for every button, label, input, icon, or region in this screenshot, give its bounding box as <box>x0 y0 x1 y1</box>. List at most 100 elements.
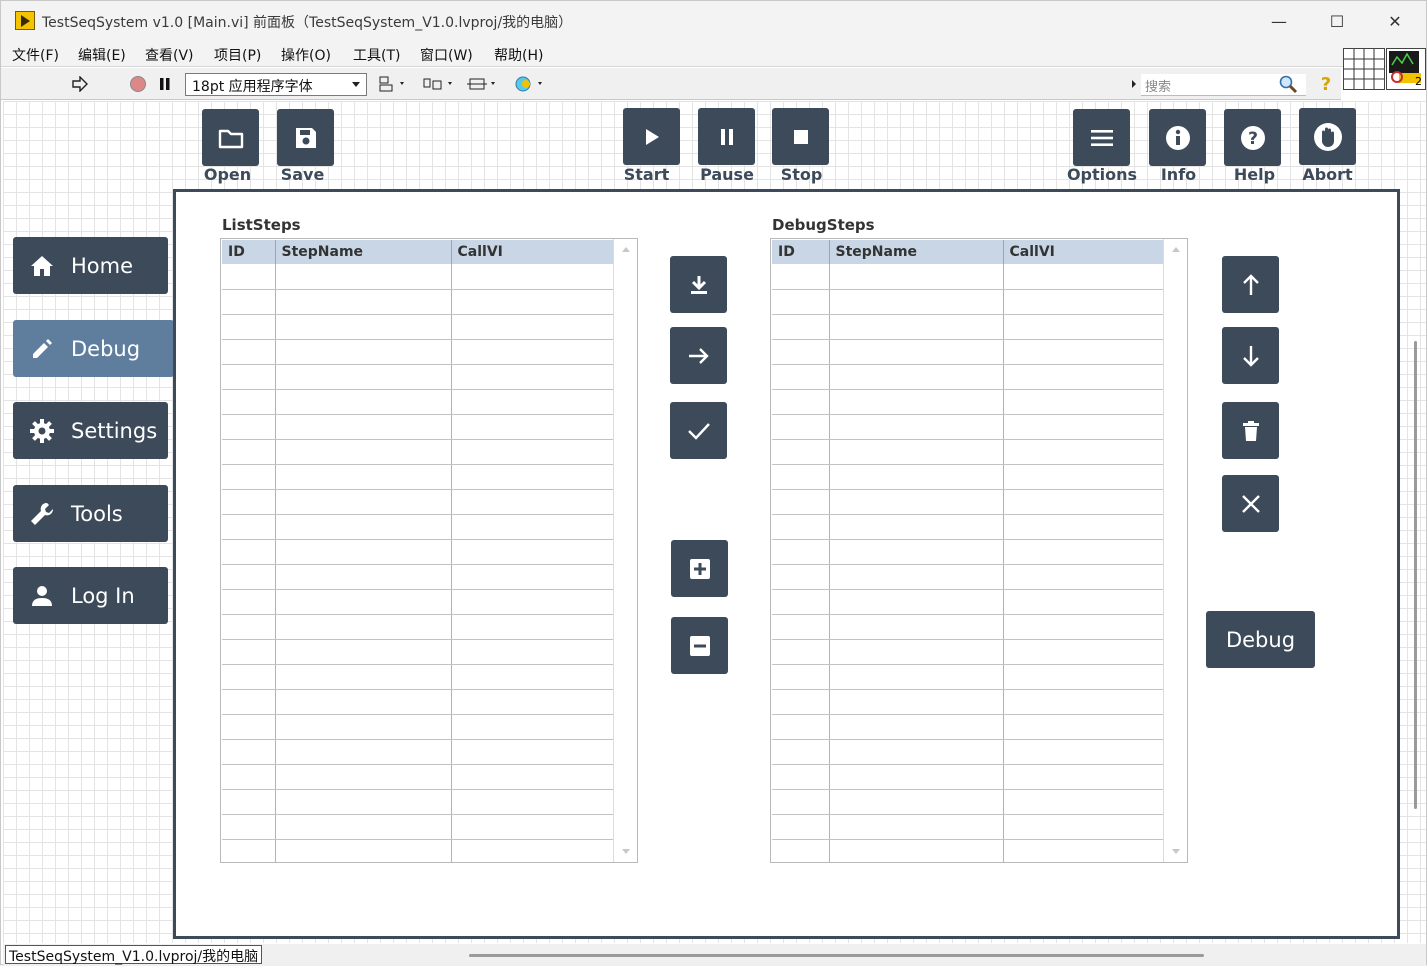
move-up-button[interactable] <box>1222 256 1279 313</box>
table-row[interactable] <box>772 339 1164 365</box>
table-cell[interactable] <box>829 589 1004 615</box>
menu-view[interactable]: 查看(V) <box>145 45 194 65</box>
table-cell[interactable] <box>1003 689 1164 715</box>
table-cell[interactable] <box>772 839 830 862</box>
table-row[interactable] <box>222 489 614 515</box>
remove-step-button[interactable] <box>671 617 728 674</box>
menu-help[interactable]: 帮助(H) <box>494 45 543 65</box>
table-cell[interactable] <box>222 389 276 415</box>
table-cell[interactable] <box>1003 589 1164 615</box>
table-cell[interactable] <box>222 414 276 440</box>
table-cell[interactable] <box>275 464 452 490</box>
table-row[interactable] <box>222 739 614 765</box>
table-cell[interactable] <box>829 539 1004 565</box>
table-cell[interactable] <box>772 714 830 740</box>
nav-login[interactable]: Log In <box>13 567 168 624</box>
table-cell[interactable] <box>772 539 830 565</box>
menu-tools[interactable]: 工具(T) <box>353 45 400 65</box>
table-row[interactable] <box>772 614 1164 640</box>
table-cell[interactable] <box>451 264 614 290</box>
table-cell[interactable] <box>1003 789 1164 815</box>
table-cell[interactable] <box>275 439 452 465</box>
table-row[interactable] <box>222 539 614 565</box>
nav-debug[interactable]: Debug <box>13 320 174 377</box>
help-button[interactable]: ? <box>1224 109 1281 166</box>
table-cell[interactable] <box>1003 414 1164 440</box>
table-cell[interactable] <box>829 264 1004 290</box>
connector-pane-icon[interactable] <box>1343 48 1385 90</box>
table-cell[interactable] <box>1003 464 1164 490</box>
table-cell[interactable] <box>772 739 830 765</box>
table-cell[interactable] <box>275 814 452 840</box>
table-cell[interactable] <box>829 839 1004 862</box>
table-cell[interactable] <box>451 364 614 390</box>
table-cell[interactable] <box>451 614 614 640</box>
table-cell[interactable] <box>275 789 452 815</box>
table-cell[interactable] <box>1003 614 1164 640</box>
table-cell[interactable] <box>222 639 276 665</box>
table-cell[interactable] <box>1003 314 1164 340</box>
menu-window[interactable]: 窗口(W) <box>420 45 473 65</box>
search-expand-icon[interactable] <box>1129 74 1139 94</box>
menu-project[interactable]: 项目(P) <box>214 45 261 65</box>
table-cell[interactable] <box>772 414 830 440</box>
table-cell[interactable] <box>275 639 452 665</box>
table-cell[interactable] <box>772 764 830 790</box>
table-cell[interactable] <box>829 564 1004 590</box>
table-cell[interactable] <box>451 389 614 415</box>
table-row[interactable] <box>772 689 1164 715</box>
table-cell[interactable] <box>275 264 452 290</box>
table-cell[interactable] <box>222 539 276 565</box>
table-cell[interactable] <box>772 639 830 665</box>
table-cell[interactable] <box>451 589 614 615</box>
table-cell[interactable] <box>1003 714 1164 740</box>
table-cell[interactable] <box>275 664 452 690</box>
table-row[interactable] <box>222 639 614 665</box>
table-row[interactable] <box>222 714 614 740</box>
table-cell[interactable] <box>772 589 830 615</box>
table-cell[interactable] <box>772 289 830 315</box>
table-cell[interactable] <box>1003 389 1164 415</box>
column-header-id[interactable]: ID <box>772 240 830 264</box>
table-cell[interactable] <box>451 839 614 862</box>
distribute-objects-icon[interactable] <box>421 74 455 94</box>
insert-step-button[interactable] <box>670 256 727 313</box>
table-cell[interactable] <box>451 539 614 565</box>
table-row[interactable] <box>222 589 614 615</box>
close-button[interactable]: ✕ <box>1375 7 1415 35</box>
table-cell[interactable] <box>275 714 452 740</box>
table-row[interactable] <box>222 689 614 715</box>
debug-steps-scrollbar[interactable] <box>1163 239 1187 862</box>
table-cell[interactable] <box>275 339 452 365</box>
table-row[interactable] <box>222 839 614 862</box>
list-steps-table[interactable]: ID StepName CallVI <box>220 238 638 863</box>
scroll-down-icon[interactable] <box>1172 849 1180 854</box>
open-button[interactable] <box>202 109 259 166</box>
table-cell[interactable] <box>222 339 276 365</box>
table-cell[interactable] <box>772 489 830 515</box>
debug-button[interactable]: Debug <box>1206 611 1315 668</box>
table-cell[interactable] <box>1003 364 1164 390</box>
table-cell[interactable] <box>451 764 614 790</box>
table-cell[interactable] <box>275 389 452 415</box>
table-cell[interactable] <box>222 789 276 815</box>
menu-operate[interactable]: 操作(O) <box>281 45 331 65</box>
table-row[interactable] <box>222 364 614 390</box>
table-cell[interactable] <box>451 789 614 815</box>
table-cell[interactable] <box>772 464 830 490</box>
table-cell[interactable] <box>829 764 1004 790</box>
table-cell[interactable] <box>451 739 614 765</box>
table-cell[interactable] <box>275 614 452 640</box>
search-icon[interactable] <box>1277 74 1299 94</box>
table-row[interactable] <box>772 589 1164 615</box>
table-cell[interactable] <box>451 289 614 315</box>
table-row[interactable] <box>222 764 614 790</box>
table-cell[interactable] <box>275 689 452 715</box>
nav-home[interactable]: Home <box>13 237 168 294</box>
table-row[interactable] <box>222 814 614 840</box>
table-cell[interactable] <box>275 764 452 790</box>
table-cell[interactable] <box>222 689 276 715</box>
table-cell[interactable] <box>829 714 1004 740</box>
table-row[interactable] <box>222 264 614 290</box>
add-to-debug-button[interactable] <box>670 327 727 384</box>
